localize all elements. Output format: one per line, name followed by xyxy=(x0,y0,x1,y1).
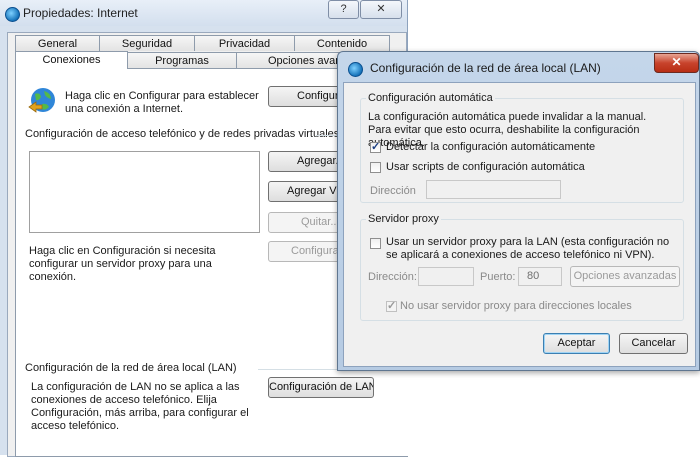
detect-settings-checkbox[interactable] xyxy=(370,140,381,153)
use-proxy-checkbox[interactable] xyxy=(370,238,381,249)
network-globe-icon xyxy=(28,88,55,113)
setup-button[interactable]: Configurar xyxy=(268,86,348,107)
connections-listbox[interactable] xyxy=(29,151,260,233)
add-button[interactable]: Agregar... xyxy=(268,151,348,172)
internet-options-icon xyxy=(5,7,20,22)
tab-connections[interactable]: Conexiones xyxy=(15,51,128,69)
tab-programs[interactable]: Programas xyxy=(127,52,237,68)
setup-description: Haga clic en Configurar para establecer … xyxy=(65,90,259,115)
cancel-button[interactable]: Cancelar xyxy=(619,333,688,354)
tab-privacy[interactable]: Privacidad xyxy=(194,35,295,51)
settings-button[interactable]: Configuración xyxy=(268,241,348,262)
advanced-options-button[interactable]: Opciones avanzadas xyxy=(570,266,680,287)
proxy-address-label: Dirección: xyxy=(368,271,417,283)
close-button[interactable]: ✕ xyxy=(360,0,402,19)
auto-script-checkbox[interactable] xyxy=(370,162,381,173)
bypass-local-checkbox[interactable] xyxy=(386,299,397,312)
detect-settings-label: Detectar la configuración automáticament… xyxy=(386,141,596,153)
tab-general[interactable]: General xyxy=(15,35,100,51)
bypass-local-label: No usar servidor proxy para direcciones … xyxy=(400,300,632,312)
auto-script-label: Usar scripts de configuración automática xyxy=(386,161,585,173)
lan-heading: Configuración de la red de área local (L… xyxy=(25,362,237,374)
close-icon[interactable]: ✕ xyxy=(654,53,699,73)
dialog-body: Configuración automática La configuració… xyxy=(343,82,696,367)
tab-content[interactable]: Contenido xyxy=(294,35,390,51)
internet-options-icon xyxy=(348,62,363,77)
ok-button[interactable]: Aceptar xyxy=(543,333,610,354)
dialup-heading: Configuración de acceso telefónico y de … xyxy=(25,128,340,140)
address-label: Dirección xyxy=(370,185,416,197)
tab-security[interactable]: Seguridad xyxy=(99,35,195,51)
proxy-legend: Servidor proxy xyxy=(366,213,441,225)
port-label: Puerto: xyxy=(480,271,516,283)
auto-config-legend: Configuración automática xyxy=(366,92,495,104)
help-button[interactable]: ? xyxy=(328,0,359,19)
lan-description: La configuración de LAN no se aplica a l… xyxy=(31,381,249,432)
add-vpn-button[interactable]: Agregar VPN... xyxy=(268,181,348,202)
remove-button[interactable]: Quitar... xyxy=(268,212,348,233)
port-input[interactable]: 80 xyxy=(518,267,562,286)
lan-settings-button[interactable]: Configuración de LAN xyxy=(268,377,374,398)
window-title: Propiedades: Internet xyxy=(23,6,138,20)
use-proxy-label: Usar un servidor proxy para la LAN (esta… xyxy=(386,236,670,261)
proxy-address-input[interactable] xyxy=(418,267,474,286)
settings-description: Haga clic en Configuración si necesita c… xyxy=(29,245,216,283)
dialog-title: Configuración de la red de área local (L… xyxy=(370,61,601,75)
auto-address-input[interactable] xyxy=(426,180,561,199)
lan-settings-dialog: Configuración de la red de área local (L… xyxy=(337,51,700,371)
